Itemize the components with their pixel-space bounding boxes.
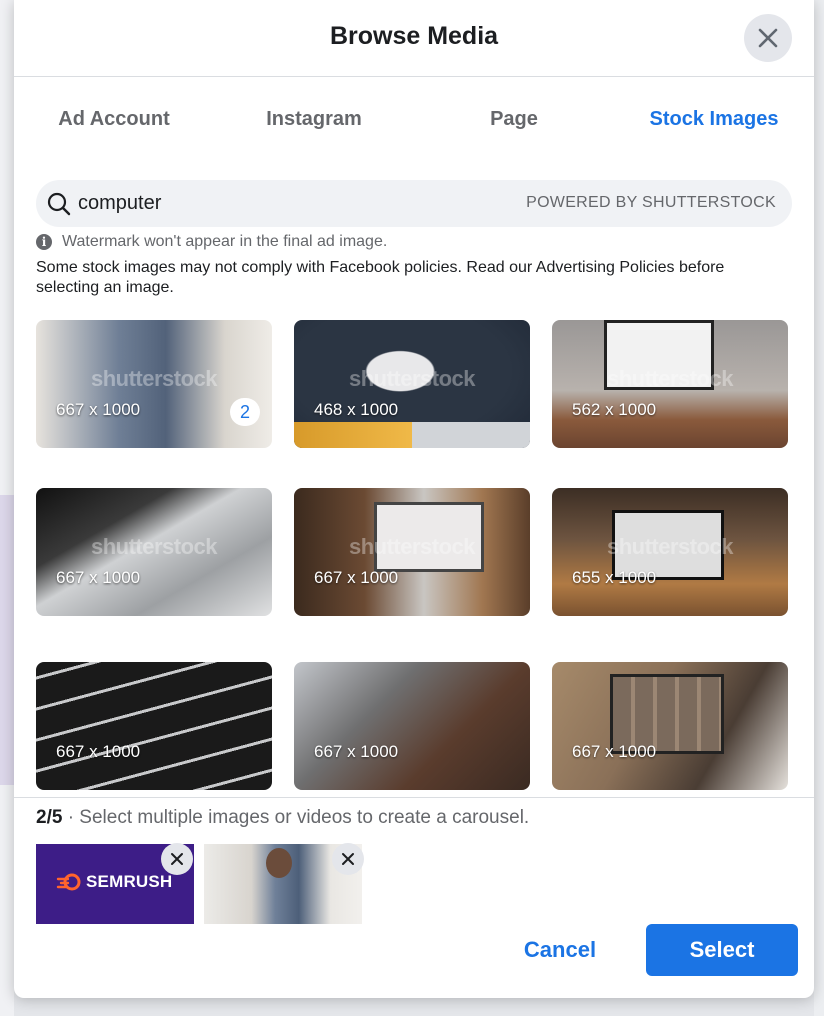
watermark-text: shutterstock xyxy=(90,534,218,559)
selection-hint: · Select multiple images or videos to cr… xyxy=(62,807,530,828)
image-dimensions: 562 x 1000 xyxy=(572,400,657,419)
close-icon xyxy=(342,853,354,865)
stock-image-tile[interactable]: shutterstock 667 x 1000 2 xyxy=(36,320,272,448)
image-dimensions: 667 x 1000 xyxy=(572,742,657,761)
selection-count: 2/5 · Select multiple images or videos t… xyxy=(36,807,529,829)
remove-thumbnail-button[interactable] xyxy=(161,843,193,875)
semrush-logo: SEMRUSH xyxy=(56,872,172,892)
media-source-tabs: Ad Account Instagram Page Stock Images xyxy=(14,78,814,162)
powered-by-label: POWERED BY SHUTTERSTOCK xyxy=(526,194,776,211)
stock-image-tile[interactable]: shutterstock 468 x 1000 xyxy=(294,320,530,448)
search-input[interactable] xyxy=(78,189,498,217)
watermark-text: shutterstock xyxy=(90,366,218,391)
tab-page[interactable]: Page xyxy=(414,108,614,131)
info-icon: i xyxy=(36,234,52,250)
stock-image-tile[interactable]: shutterstock 667 x 1000 xyxy=(36,488,272,616)
stock-image-tile[interactable]: 667 x 1000 xyxy=(552,662,788,790)
close-button[interactable] xyxy=(744,14,792,62)
tab-instagram[interactable]: Instagram xyxy=(214,108,414,131)
image-detail xyxy=(294,422,530,448)
stock-image-tile[interactable]: 667 x 1000 xyxy=(294,662,530,790)
stock-image-tile[interactable]: shutterstock 562 x 1000 xyxy=(552,320,788,448)
background-page-panel xyxy=(0,495,14,785)
selection-order-badge: 2 xyxy=(230,398,260,426)
close-icon xyxy=(758,28,778,48)
tab-stock-images[interactable]: Stock Images xyxy=(614,108,814,131)
watermark-text: shutterstock xyxy=(348,534,476,559)
image-dimensions: 655 x 1000 xyxy=(572,568,657,587)
image-dimensions: 468 x 1000 xyxy=(314,400,399,419)
close-icon xyxy=(171,853,183,865)
stock-image-tile[interactable]: shutterstock 655 x 1000 xyxy=(552,488,788,616)
stock-image-tile[interactable]: 667 x 1000 xyxy=(36,662,272,790)
watermark-text: shutterstock xyxy=(606,534,734,559)
watermark-text: shutterstock xyxy=(348,366,476,391)
footer-divider xyxy=(14,797,814,798)
stock-image-tile[interactable]: shutterstock 667 x 1000 xyxy=(294,488,530,616)
stock-image-grid: shutterstock 667 x 1000 2 shutterstock 4… xyxy=(14,320,814,796)
thumbnail-person-detail xyxy=(266,848,292,878)
tab-ad-account[interactable]: Ad Account xyxy=(14,108,214,131)
watermark-notice-text: Watermark won't appear in the final ad i… xyxy=(62,233,388,250)
image-dimensions: 667 x 1000 xyxy=(314,568,399,587)
search-icon xyxy=(47,192,71,216)
policy-notice: Some stock images may not comply with Fa… xyxy=(36,259,725,296)
cancel-button[interactable]: Cancel xyxy=(500,924,620,976)
background-page-right xyxy=(814,0,824,1016)
image-dimensions: 667 x 1000 xyxy=(314,742,399,761)
watermark-notice: i Watermark won't appear in the final ad… xyxy=(36,233,387,251)
browse-media-dialog: Browse Media Ad Account Instagram Page S… xyxy=(14,0,814,998)
dialog-title: Browse Media xyxy=(329,22,499,50)
image-dimensions: 667 x 1000 xyxy=(56,400,141,419)
dialog-header: Browse Media xyxy=(14,0,814,77)
semrush-flame-icon xyxy=(56,873,81,891)
search-bar: POWERED BY SHUTTERSTOCK xyxy=(36,180,792,227)
image-dimensions: 667 x 1000 xyxy=(56,568,141,587)
semrush-wordmark: SEMRUSH xyxy=(86,872,173,891)
image-dimensions: 667 x 1000 xyxy=(56,742,141,761)
selection-count-value: 2/5 xyxy=(36,807,63,828)
watermark-text: shutterstock xyxy=(606,366,734,391)
remove-thumbnail-button[interactable] xyxy=(332,843,364,875)
select-button[interactable]: Select xyxy=(646,924,798,976)
